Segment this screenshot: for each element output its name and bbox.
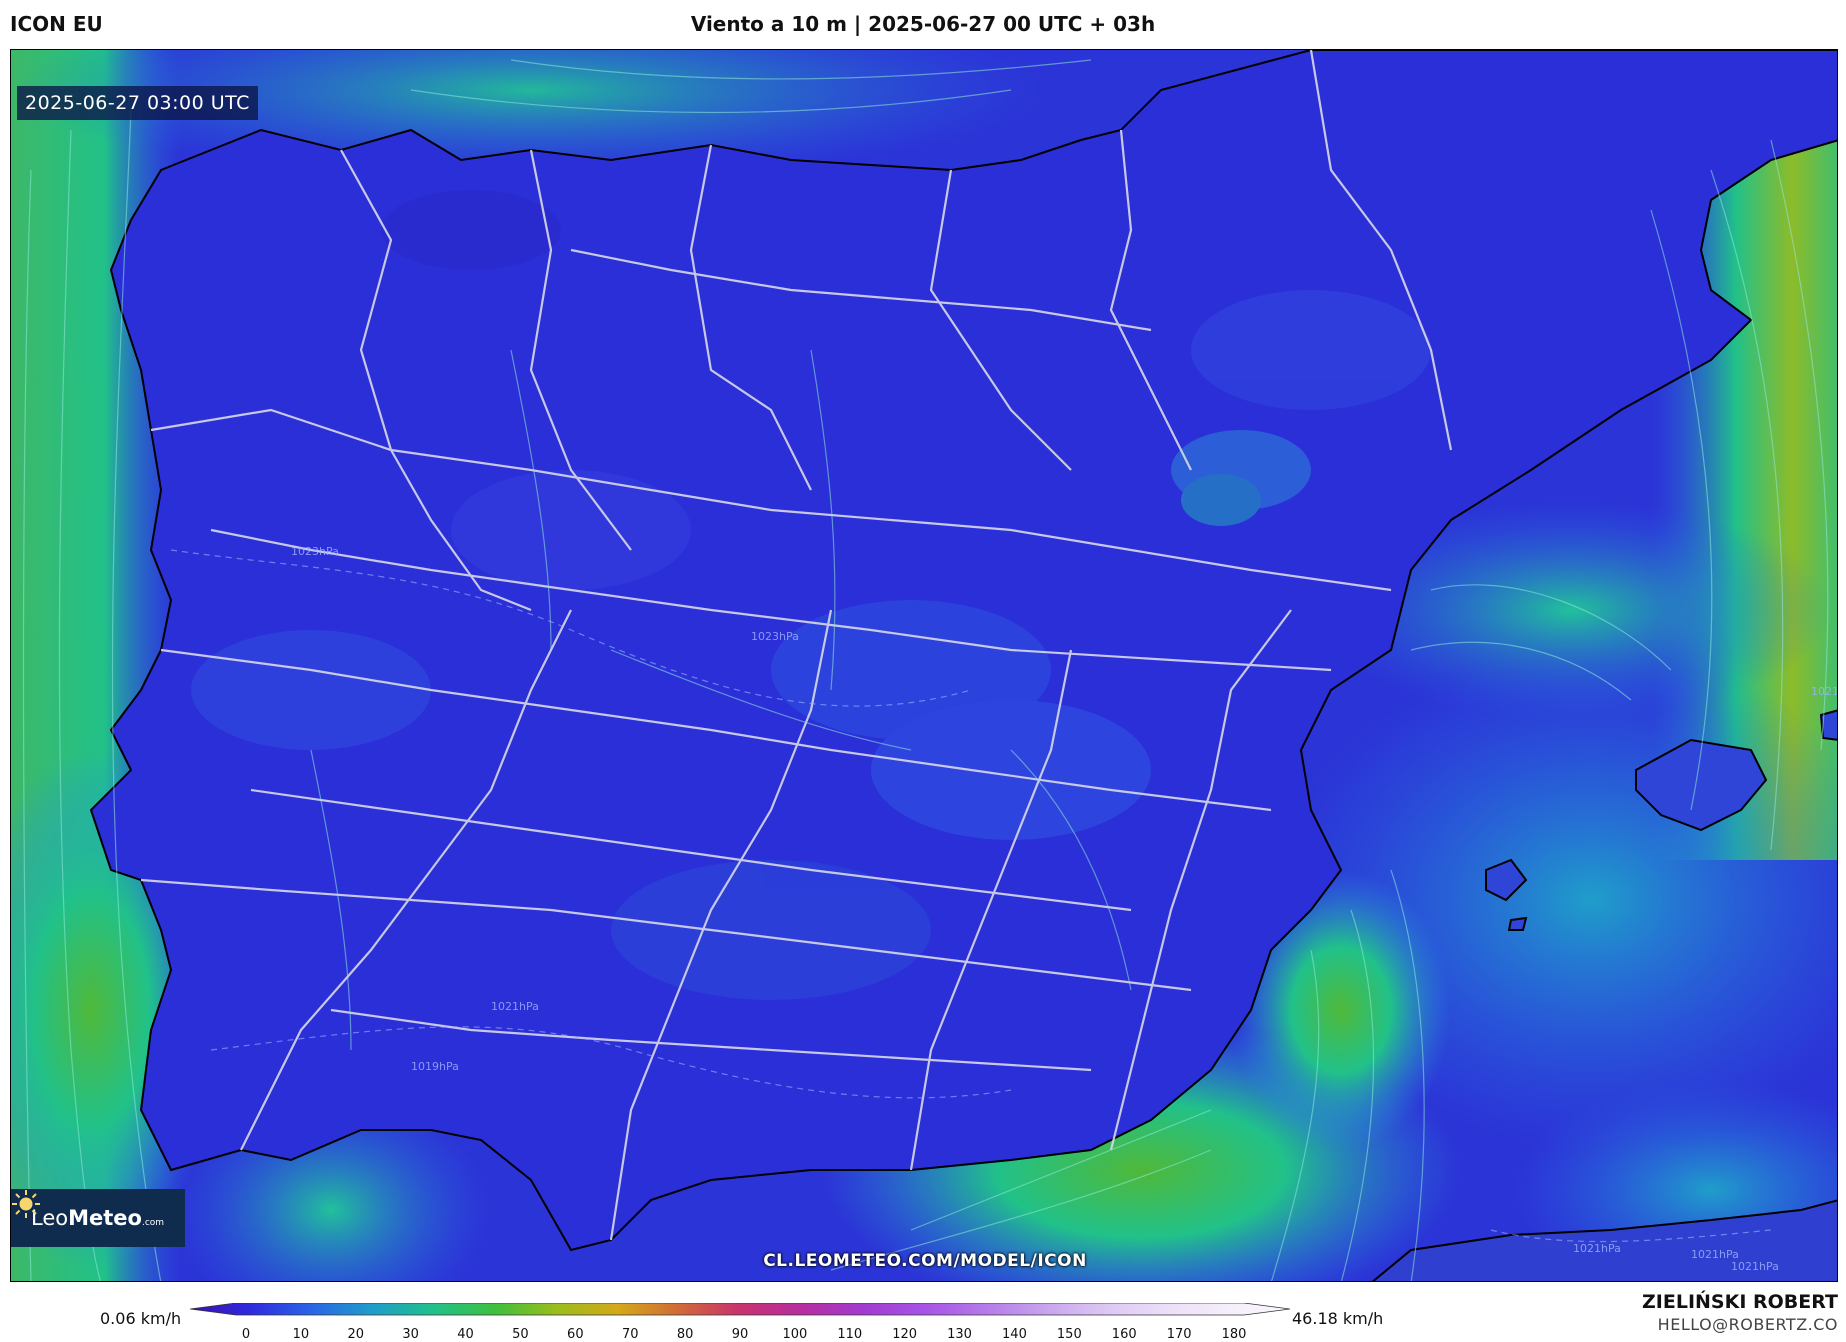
source-url[interactable]: CL.LEOMETEO.COM/MODEL/ICON	[11, 1251, 1837, 1271]
author-name: ZIELIŃSKI ROBERT	[1642, 1291, 1838, 1313]
map-title: Viento a 10 m | 2025-06-27 00 UTC + 03h	[690, 12, 1156, 36]
colorbar-tick-label: 10	[292, 1327, 310, 1342]
wind-field: 1023hPa 1023hPa 1021hPa 1019hPa 1021hPa …	[11, 50, 1838, 1281]
colorbar-tick-label: 100	[782, 1327, 808, 1342]
isobar-label: 1023hPa	[291, 545, 339, 558]
colorbar-tick-label: 90	[731, 1327, 749, 1342]
isobar-label: 1023hPa	[751, 630, 799, 643]
colorbar	[190, 1303, 1290, 1316]
isobar-label: 1021hPa	[1811, 685, 1838, 698]
isobar-label: 1019hPa	[411, 1060, 459, 1073]
colorbar-tick-label: 130	[947, 1327, 972, 1342]
colorbar-tick-label: 180	[1221, 1327, 1247, 1342]
leometeo-logo[interactable]: LeoMeteo.com	[11, 1189, 185, 1247]
colorbar-tick-label: 160	[1111, 1327, 1137, 1342]
logo-wordmark: LeoMeteo.com	[31, 1206, 165, 1230]
colorbar-tick-label: 20	[347, 1327, 365, 1342]
formentera	[1507, 916, 1528, 931]
colorbar-tick-label: 50	[512, 1327, 529, 1342]
colorbar-tick-label: 70	[621, 1327, 639, 1342]
isobar-label: 1021hPa	[491, 1000, 539, 1013]
colorbar-max-label: 46.18 km/h	[1292, 1309, 1384, 1328]
colorbar-tick-label: 140	[1002, 1327, 1027, 1342]
colorbar-tick-label: 80	[676, 1327, 694, 1342]
colorbar-min-label: 0.06 km/h	[100, 1309, 182, 1328]
colorbar-tick-label: 170	[1166, 1327, 1192, 1342]
colorbar-tick-label: 30	[402, 1327, 419, 1342]
author-email[interactable]: HELLO@ROBERTZ.CO	[1658, 1315, 1838, 1334]
wind-map: 1023hPa 1023hPa 1021hPa 1019hPa 1021hPa …	[10, 49, 1838, 1282]
valid-time-label: 2025-06-27 03:00 UTC	[17, 86, 258, 120]
colorbar-tick-label: 60	[567, 1327, 584, 1342]
colorbar-tick-label: 120	[892, 1327, 918, 1342]
colorbar-tick-label: 40	[457, 1327, 474, 1342]
colorbar-tick-label: 110	[837, 1327, 863, 1342]
colorbar-tick-label: 0	[241, 1327, 251, 1342]
colorbar-tick-label: 150	[1056, 1327, 1082, 1342]
sun-icon	[12, 1190, 40, 1218]
